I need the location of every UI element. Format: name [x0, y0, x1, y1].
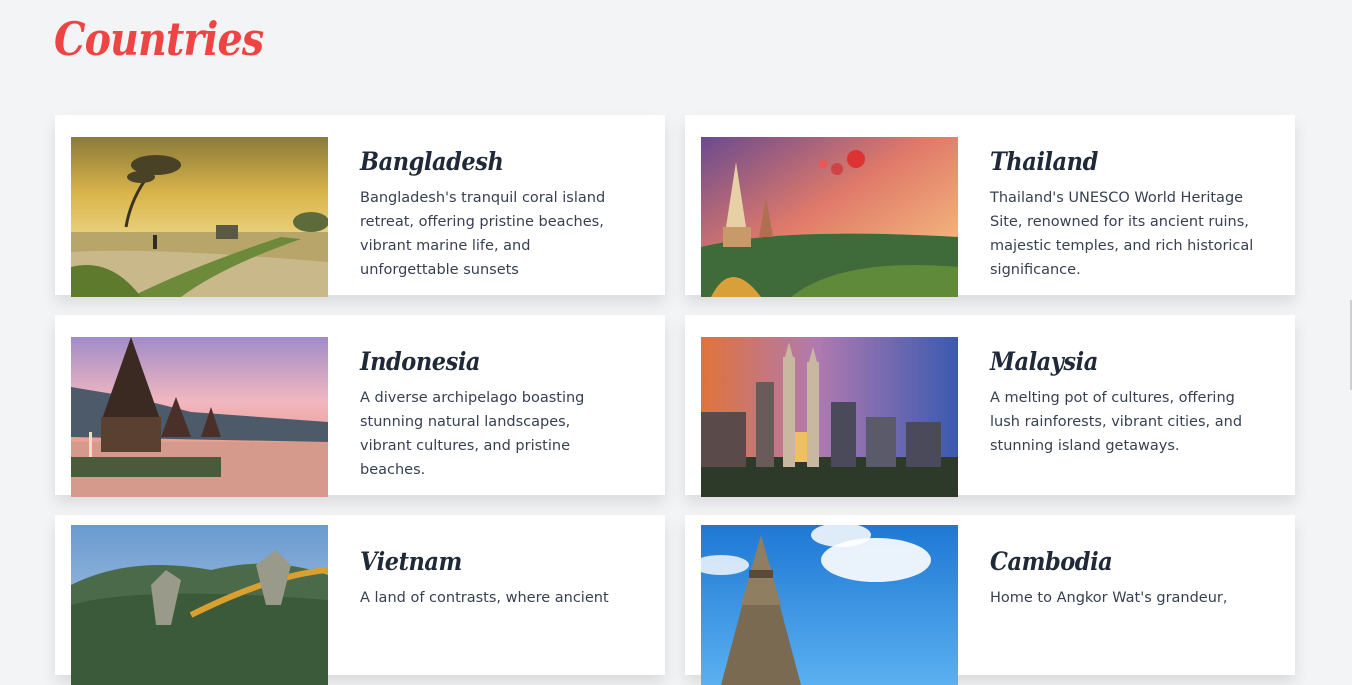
golden-bridge-photo-icon	[71, 525, 328, 685]
page-title: Countries	[54, 12, 264, 66]
landscape-photo-icon	[71, 137, 328, 297]
country-name: Vietnam	[360, 547, 462, 576]
pagoda-photo-icon	[71, 337, 328, 497]
country-card-cambodia[interactable]: Cambodia Home to Angkor Wat's grandeur,	[685, 515, 1295, 685]
country-description: A land of contrasts, where ancient	[360, 590, 609, 606]
country-card-malaysia[interactable]: Malaysia A melting pot of cultures, offe…	[685, 315, 1295, 497]
country-info: Malaysia A melting pot of cultures, offe…	[958, 337, 1284, 458]
country-description: A diverse archipelago boasting stunning …	[360, 390, 585, 478]
country-description: Thailand's UNESCO World Heritage Site, r…	[990, 190, 1254, 278]
country-card-bangladesh[interactable]: Bangladesh Bangladesh's tranquil coral i…	[55, 115, 665, 297]
skyline-photo-icon	[701, 337, 958, 497]
countries-grid: Bangladesh Bangladesh's tranquil coral i…	[55, 115, 1295, 685]
country-card-vietnam[interactable]: Vietnam A land of contrasts, where ancie…	[55, 515, 665, 685]
temple-photo-icon	[701, 137, 958, 297]
country-card-indonesia[interactable]: Indonesia A diverse archipelago boasting…	[55, 315, 665, 497]
country-name: Thailand	[990, 147, 1098, 176]
country-name: Indonesia	[360, 347, 481, 376]
country-info: Vietnam A land of contrasts, where ancie…	[328, 525, 654, 610]
country-name: Bangladesh	[360, 147, 504, 176]
country-name: Malaysia	[990, 347, 1098, 376]
country-info: Cambodia Home to Angkor Wat's grandeur,	[958, 525, 1284, 610]
country-description: Bangladesh's tranquil coral island retre…	[360, 190, 606, 278]
country-info: Indonesia A diverse archipelago boasting…	[328, 337, 654, 482]
country-description: Home to Angkor Wat's grandeur,	[990, 590, 1228, 606]
angkor-photo-icon	[701, 525, 958, 685]
country-info: Bangladesh Bangladesh's tranquil coral i…	[328, 137, 654, 282]
country-info: Thailand Thailand's UNESCO World Heritag…	[958, 137, 1284, 282]
country-card-thailand[interactable]: Thailand Thailand's UNESCO World Heritag…	[685, 115, 1295, 297]
country-name: Cambodia	[990, 547, 1113, 576]
country-description: A melting pot of cultures, offering lush…	[990, 390, 1243, 454]
